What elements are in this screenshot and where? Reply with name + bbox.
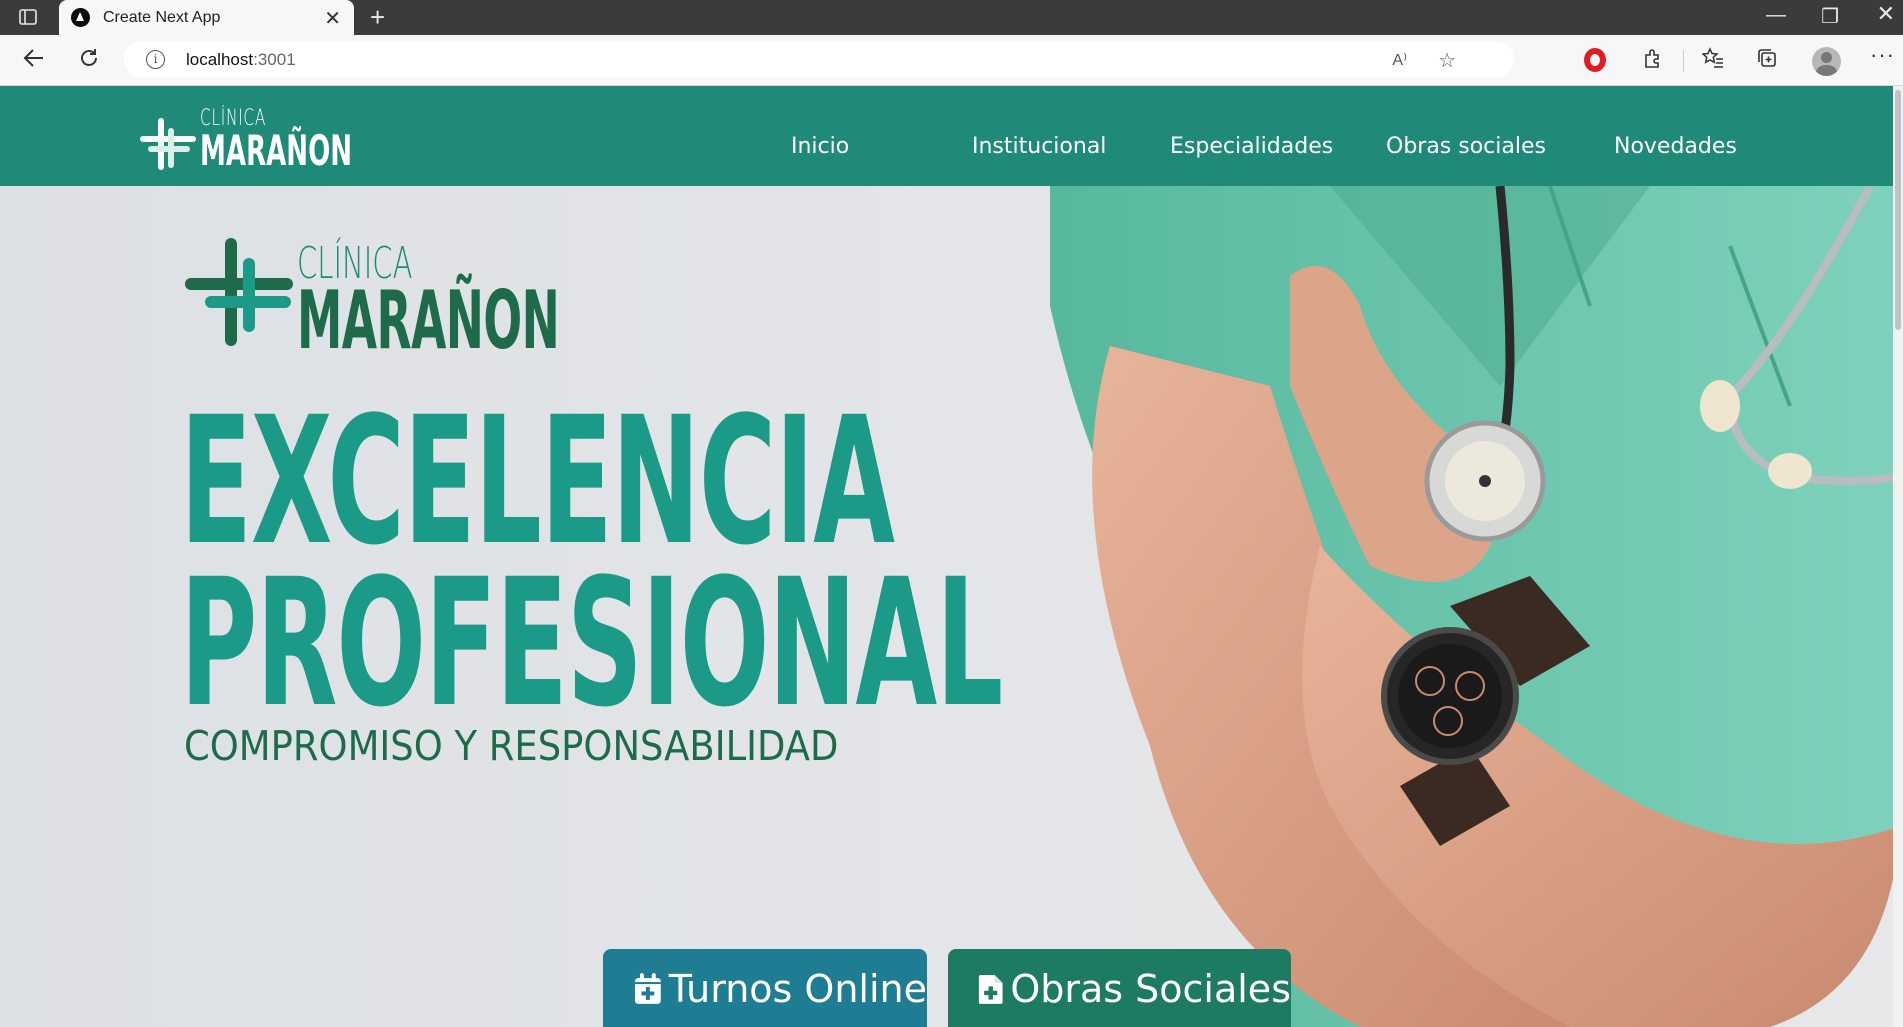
doctor-hero-photo	[1050, 186, 1893, 1027]
file-medical-icon	[978, 974, 1003, 1004]
add-favorite-icon[interactable]: ☆	[1438, 48, 1456, 73]
window-close-icon[interactable]: ✕	[1877, 1, 1895, 27]
site-header: CLÍNICA MARAÑON Inicio Institucional Esp…	[0, 86, 1893, 186]
browser-tab[interactable]: Create Next App ✕	[59, 0, 354, 35]
hero-logo-bottom-text: MARAÑON	[297, 274, 560, 367]
nav-especialidades[interactable]: Especialidades	[1170, 134, 1333, 159]
page-scrollbar[interactable]	[1893, 86, 1903, 1027]
back-arrow-icon[interactable]	[23, 47, 45, 73]
header-cross-logo-icon	[140, 118, 196, 170]
site-info-icon[interactable]: i	[146, 50, 165, 69]
calendar-plus-icon	[634, 973, 661, 1004]
obras-sociales-button[interactable]: Obras Sociales	[948, 949, 1291, 1027]
browser-tab-strip: Create Next App ✕ + — ❐ ✕	[0, 0, 1903, 35]
more-menu-icon[interactable]: ···	[1870, 44, 1895, 66]
browser-toolbar: i localhost:3001 A⁾ ☆ ···	[0, 35, 1903, 86]
collections-icon[interactable]	[1756, 47, 1778, 73]
minimize-icon[interactable]: —	[1766, 4, 1786, 27]
profile-avatar-icon[interactable]	[1812, 47, 1841, 76]
hero-cross-logo-icon	[185, 238, 293, 346]
favorites-icon[interactable]	[1701, 47, 1724, 73]
obras-sociales-label: Obras Sociales	[1010, 967, 1291, 1011]
tab-actions-icon[interactable]	[18, 7, 39, 28]
nav-institucional[interactable]: Institucional	[972, 134, 1106, 159]
restore-icon[interactable]: ❐	[1821, 4, 1839, 29]
tab-title: Create Next App	[103, 9, 221, 26]
turnos-online-label: Turnos Online	[668, 967, 927, 1011]
hero-section: CLÍNICA MARAÑON EXCELENCIA PROFESIONAL C…	[0, 186, 1893, 1027]
header-logo-bottom-text: MARAÑON	[200, 126, 352, 175]
nextjs-favicon-icon	[71, 8, 90, 27]
url-text[interactable]: localhost:3001	[186, 50, 296, 70]
scrollbar-thumb[interactable]	[1895, 90, 1901, 330]
new-tab-icon[interactable]: +	[370, 2, 385, 33]
headline-line-2: PROFESIONAL	[180, 541, 1003, 746]
nav-novedades[interactable]: Novedades	[1614, 134, 1737, 159]
read-aloud-icon[interactable]: A⁾	[1392, 50, 1407, 70]
toolbar-divider	[1683, 50, 1684, 72]
extensions-icon[interactable]	[1642, 47, 1664, 73]
reload-icon[interactable]	[78, 47, 100, 73]
nav-obras-sociales[interactable]: Obras sociales	[1386, 134, 1546, 159]
subheadline: COMPROMISO Y RESPONSABILIDAD	[184, 722, 839, 770]
turnos-online-button[interactable]: Turnos Online	[603, 949, 927, 1027]
tab-close-icon[interactable]: ✕	[324, 6, 341, 31]
nav-inicio[interactable]: Inicio	[791, 134, 849, 159]
address-bar[interactable]: i localhost:3001 A⁾ ☆	[124, 41, 1514, 78]
opera-extension-icon[interactable]	[1584, 48, 1606, 72]
